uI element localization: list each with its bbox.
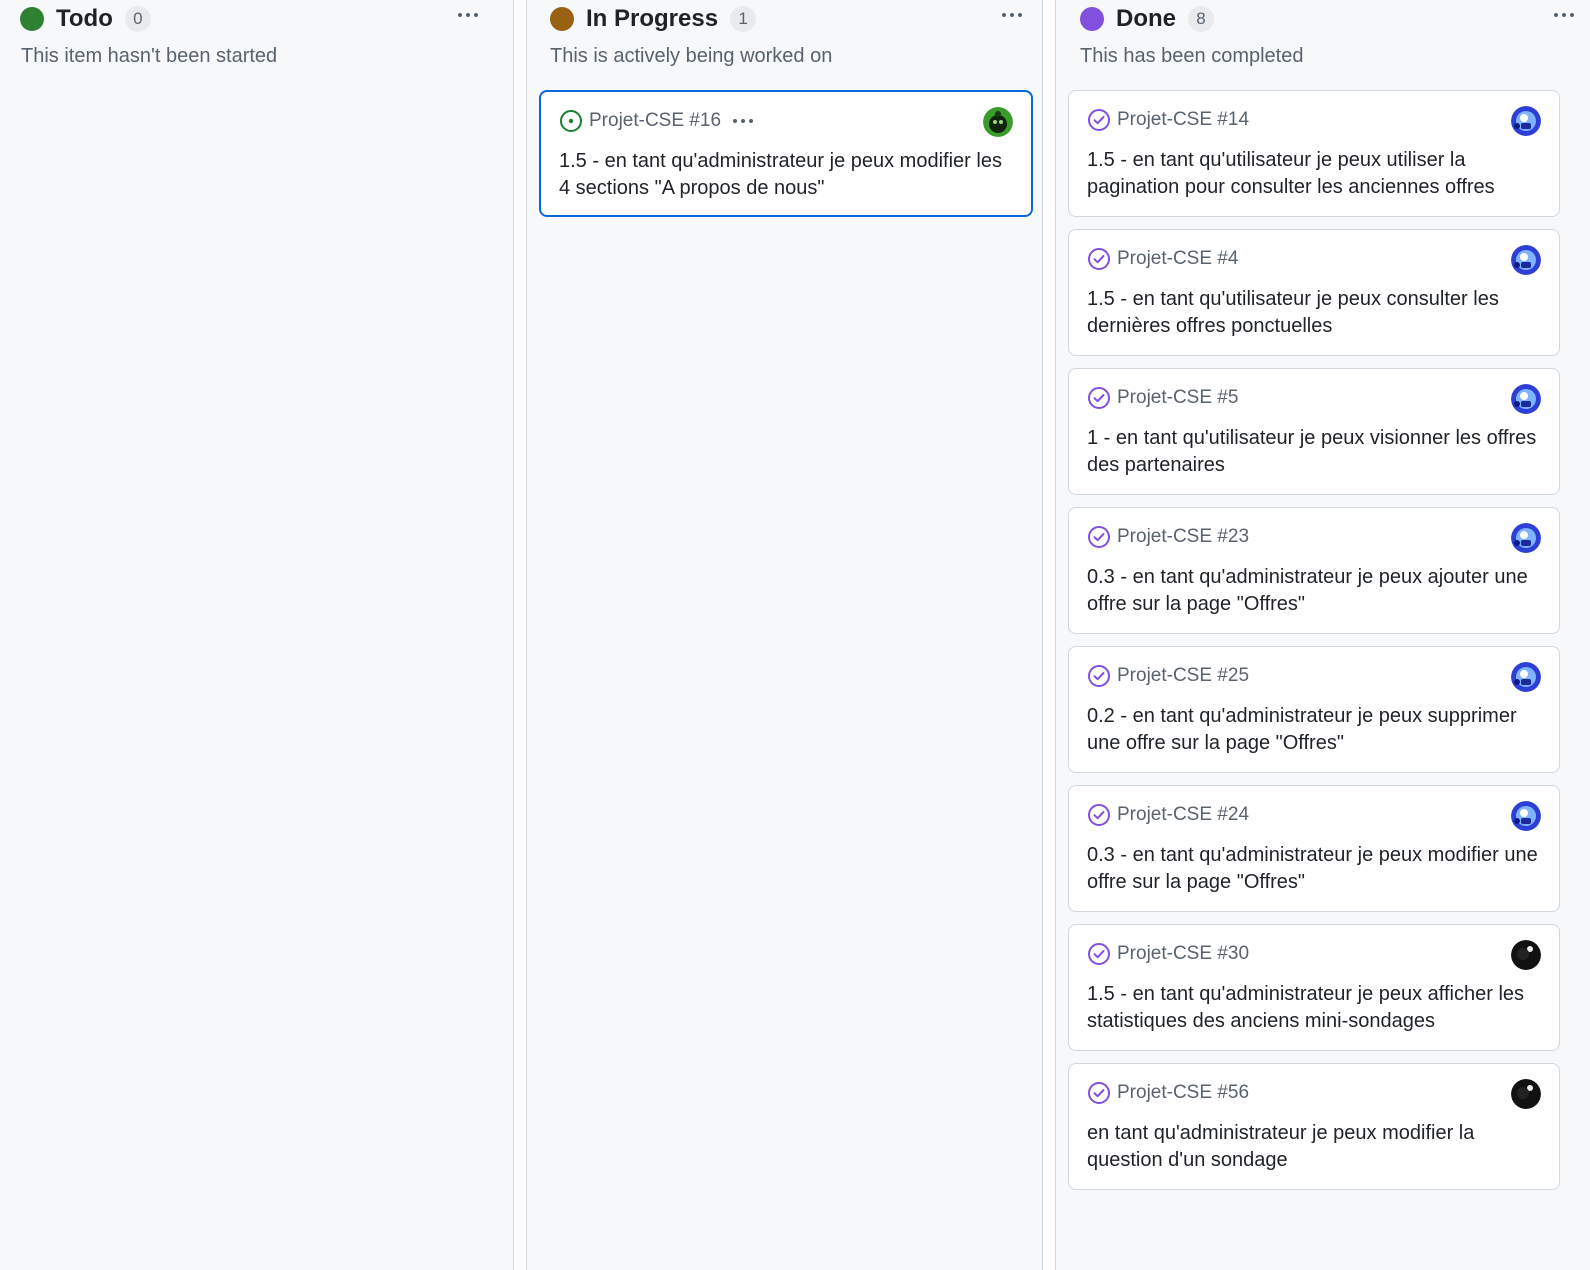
column-description: This has been completed — [1080, 45, 1304, 67]
issue-card[interactable]: Projet-CSE #24 0.3 - en tant qu'administr… — [1068, 785, 1560, 912]
closed-issue-icon — [1088, 943, 1110, 965]
issue-reference[interactable]: Projet-CSE #25 — [1117, 665, 1249, 687]
issue-title[interactable]: 1 - en tant qu'utilisateur je peux visio… — [1087, 425, 1543, 479]
status-dot-icon — [550, 7, 574, 31]
assignee-avatar[interactable] — [1511, 523, 1541, 553]
column-menu-icon[interactable] — [1547, 2, 1581, 28]
issue-card[interactable]: Projet-CSE #56 en tant qu'administrateur … — [1068, 1063, 1560, 1190]
column-in-progress: In Progress 1 This is actively being wor… — [527, 0, 1043, 1270]
column-header: In Progress 1 — [550, 4, 1023, 34]
issue-reference[interactable]: Projet-CSE #14 — [1117, 109, 1249, 131]
column-header: Done 8 — [1080, 4, 1574, 34]
column-menu-icon[interactable] — [995, 2, 1029, 28]
column-description: This is actively being worked on — [550, 45, 833, 67]
issue-card[interactable]: Projet-CSE #16 1.5 - en tant qu'administ… — [539, 90, 1033, 217]
issue-card[interactable]: Projet-CSE #4 1.5 - en tant qu'utilisateu… — [1068, 229, 1560, 356]
issue-card[interactable]: Projet-CSE #5 1 - en tant qu'utilisateur … — [1068, 368, 1560, 495]
issue-card[interactable]: Projet-CSE #30 1.5 - en tant qu'administr… — [1068, 924, 1560, 1051]
column-title: In Progress — [586, 5, 719, 32]
closed-issue-icon — [1088, 1082, 1110, 1104]
assignee-avatar[interactable] — [1511, 106, 1541, 136]
closed-issue-icon — [1088, 109, 1110, 131]
issue-card[interactable]: Projet-CSE #14 1.5 - en tant qu'utilisate… — [1068, 90, 1560, 217]
issue-title[interactable]: 1.5 - en tant qu'utilisateur je peux uti… — [1087, 147, 1543, 201]
count-badge: 8 — [1188, 6, 1214, 32]
more-options-icon[interactable] — [733, 111, 754, 131]
column-done: Done 8 This has been completed Projet-CS… — [1056, 0, 1590, 1270]
column-todo: Todo 0 This item hasn't been started — [0, 0, 513, 1270]
issue-title[interactable]: 0.3 - en tant qu'administrateur je peux … — [1087, 564, 1543, 618]
column-header: Todo 0 — [20, 4, 493, 34]
card-header: Projet-CSE #14 — [1087, 106, 1541, 136]
issue-reference[interactable]: Projet-CSE #24 — [1117, 804, 1249, 826]
assignee-avatar[interactable] — [983, 107, 1013, 137]
column-title: Todo — [56, 5, 113, 32]
column-description: This item hasn't been started — [21, 45, 278, 67]
card-header: Projet-CSE #23 — [1087, 523, 1541, 553]
issue-card[interactable]: Projet-CSE #25 0.2 - en tant qu'administr… — [1068, 646, 1560, 773]
assignee-avatar[interactable] — [1511, 801, 1541, 831]
assignee-avatar[interactable] — [1511, 1079, 1541, 1109]
issue-reference[interactable]: Projet-CSE #30 — [1117, 943, 1249, 965]
column-divider — [513, 0, 527, 1270]
assignee-avatar[interactable] — [1511, 384, 1541, 414]
status-dot-icon — [20, 7, 44, 31]
card-header: Projet-CSE #56 — [1087, 1079, 1541, 1109]
card-header: Projet-CSE #16 — [559, 107, 1013, 137]
card-header: Projet-CSE #4 — [1087, 245, 1541, 275]
column-divider — [1042, 0, 1056, 1270]
closed-issue-icon — [1088, 387, 1110, 409]
card-header: Projet-CSE #25 — [1087, 662, 1541, 692]
assignee-avatar[interactable] — [1511, 245, 1541, 275]
issue-title[interactable]: 1.5 - en tant qu'utilisateur je peux con… — [1087, 286, 1543, 340]
issue-reference[interactable]: Projet-CSE #16 — [589, 110, 721, 132]
issue-reference[interactable]: Projet-CSE #5 — [1117, 387, 1238, 409]
card-header: Projet-CSE #30 — [1087, 940, 1541, 970]
closed-issue-icon — [1088, 665, 1110, 687]
closed-issue-icon — [1088, 804, 1110, 826]
issue-title[interactable]: 0.3 - en tant qu'administrateur je peux … — [1087, 842, 1543, 896]
assignee-avatar[interactable] — [1511, 940, 1541, 970]
issue-title[interactable]: en tant qu'administrateur je peux modifi… — [1087, 1120, 1543, 1174]
card-header: Projet-CSE #5 — [1087, 384, 1541, 414]
issue-card[interactable]: Projet-CSE #23 0.3 - en tant qu'administr… — [1068, 507, 1560, 634]
card-list: Projet-CSE #14 1.5 - en tant qu'utilisate… — [1068, 90, 1560, 1202]
closed-issue-icon — [1088, 248, 1110, 270]
closed-issue-icon — [1088, 526, 1110, 548]
count-badge: 1 — [730, 6, 757, 32]
issue-reference[interactable]: Projet-CSE #56 — [1117, 1082, 1249, 1104]
column-title: Done — [1116, 5, 1176, 32]
issue-title[interactable]: 0.2 - en tant qu'administrateur je peux … — [1087, 703, 1543, 757]
assignee-avatar[interactable] — [1511, 662, 1541, 692]
column-menu-icon[interactable] — [451, 2, 485, 28]
issue-reference[interactable]: Projet-CSE #23 — [1117, 526, 1249, 548]
open-issue-icon — [560, 110, 582, 132]
issue-title[interactable]: 1.5 - en tant qu'administrateur je peux … — [559, 148, 1015, 202]
status-dot-icon — [1080, 7, 1104, 31]
issue-title[interactable]: 1.5 - en tant qu'administrateur je peux … — [1087, 981, 1543, 1035]
card-header: Projet-CSE #24 — [1087, 801, 1541, 831]
issue-reference[interactable]: Projet-CSE #4 — [1117, 248, 1238, 270]
count-badge: 0 — [124, 6, 151, 32]
card-list: Projet-CSE #16 1.5 - en tant qu'administ… — [539, 90, 1033, 229]
